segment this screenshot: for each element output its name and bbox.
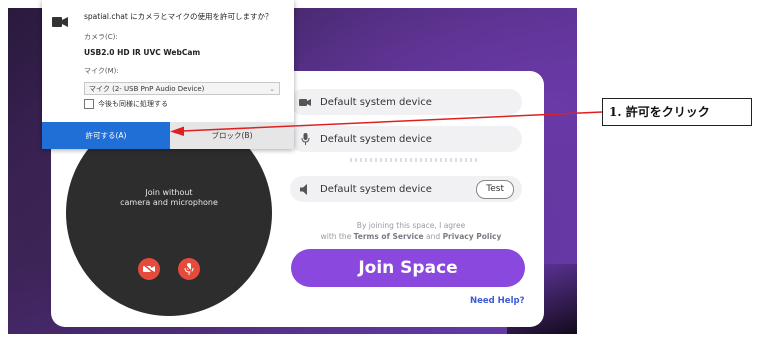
annotation-arrow [170, 111, 603, 136]
annotation-label: 1. 許可をクリック [602, 98, 752, 126]
